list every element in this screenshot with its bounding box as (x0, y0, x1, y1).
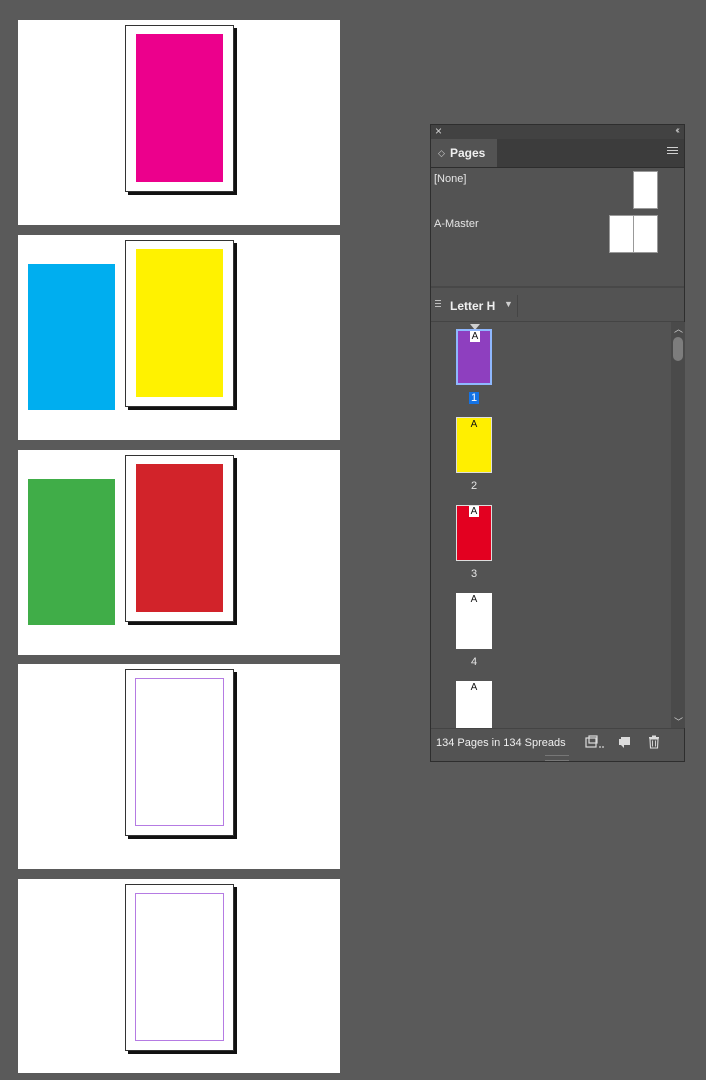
panel-divider (431, 286, 684, 288)
pasteboard-left-fill (28, 479, 115, 625)
separator (517, 295, 518, 317)
page-1[interactable] (125, 25, 234, 192)
updown-arrows-icon: ◇ (438, 148, 445, 158)
master-thumbnail-none[interactable] (633, 171, 658, 209)
collapse-icon[interactable]: ‹‹ (675, 124, 679, 138)
spread-3[interactable] (18, 450, 340, 655)
master-letter: A (469, 506, 479, 517)
master-thumbnail-a-left[interactable] (609, 215, 634, 253)
page-count-label: 134 Pages in 134 Spreads (436, 737, 566, 749)
grip-icon[interactable] (435, 300, 441, 310)
page-thumbnail-2[interactable]: A (456, 417, 492, 473)
scroll-thumb[interactable] (673, 337, 683, 361)
edit-page-size-icon[interactable] (585, 735, 605, 749)
page-4[interactable] (125, 669, 234, 836)
page-number-4[interactable]: 4 (456, 656, 492, 668)
pages-list[interactable]: A 1 A 2 A 3 A 4 A (431, 322, 671, 728)
master-thumbnail-a-right[interactable] (633, 215, 658, 253)
page-fill (136, 249, 223, 397)
scroll-up-icon[interactable]: ︿ (674, 322, 683, 335)
scroll-down-icon[interactable]: ﹀ (674, 715, 683, 728)
master-letter: A (470, 682, 478, 693)
master-letter: A (470, 331, 480, 342)
page-thumbnail-1[interactable]: A (456, 329, 492, 385)
page-size-bar: Letter H ▼ (431, 291, 684, 322)
page-number-1[interactable]: 1 (456, 392, 492, 404)
page-thumbnail-4[interactable]: A (456, 593, 492, 649)
page-fill (136, 34, 223, 182)
page-fill (136, 464, 223, 612)
page-thumbnail-3[interactable]: A (456, 505, 492, 561)
panel-tab-row: ◇ Pages (431, 139, 684, 168)
page-2[interactable] (125, 240, 234, 407)
page-number-3[interactable]: 3 (456, 568, 492, 580)
spread-4[interactable] (18, 664, 340, 869)
panel-resize-grip[interactable] (545, 755, 569, 761)
page-number-2[interactable]: 2 (456, 480, 492, 492)
margin-guide (135, 678, 224, 826)
page-3[interactable] (125, 455, 234, 622)
pages-panel: × ‹‹ ◇ Pages [None] A-Master Letter H ▼ … (430, 124, 685, 762)
close-icon[interactable]: × (435, 124, 442, 138)
page-thumbnail-5[interactable]: A (456, 681, 492, 728)
spread-5[interactable] (18, 879, 340, 1073)
spread-2[interactable] (18, 235, 340, 440)
pasteboard-left-fill (28, 264, 115, 410)
margin-guide (135, 893, 224, 1041)
spread-1[interactable] (18, 20, 340, 225)
trash-icon[interactable] (647, 735, 661, 749)
master-letter: A (470, 594, 478, 605)
panel-title-bar[interactable]: × ‹‹ (431, 124, 684, 139)
new-page-icon[interactable] (618, 735, 632, 749)
panel-footer: 134 Pages in 134 Spreads (431, 728, 684, 755)
page-size-label[interactable]: Letter H (450, 299, 495, 313)
chevron-down-icon[interactable]: ▼ (504, 299, 513, 309)
master-letter: A (470, 419, 478, 430)
pages-scrollbar[interactable]: ︿ ﹀ (671, 322, 685, 728)
panel-menu-icon[interactable] (667, 147, 678, 157)
page-5[interactable] (125, 884, 234, 1051)
tab-pages[interactable]: ◇ Pages (431, 139, 497, 167)
